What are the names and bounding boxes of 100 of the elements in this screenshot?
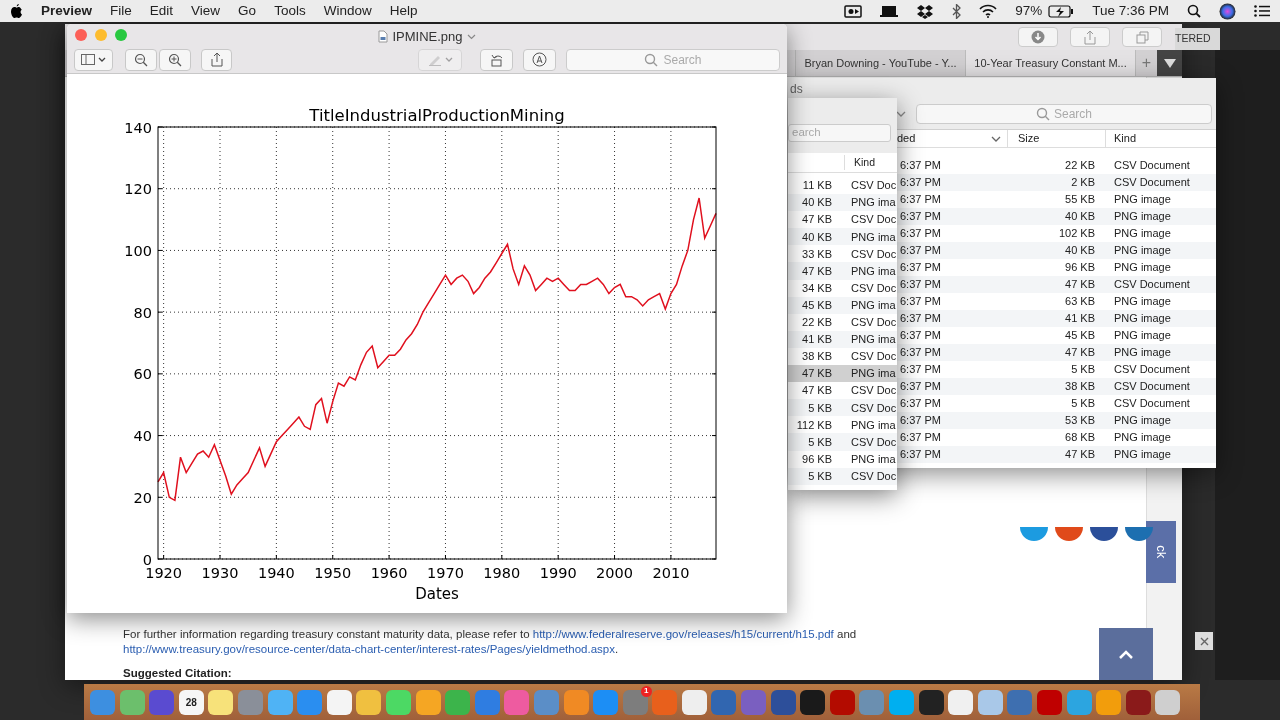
table-cell-text: CSV Document	[1114, 396, 1190, 412]
table-cell-text: 47 KB	[801, 366, 832, 382]
app-menu[interactable]: Preview	[41, 0, 93, 22]
table-cell-text: 40 KB	[801, 195, 832, 211]
table-cell-text: 6:37 PM	[900, 430, 942, 446]
table-cell-text: 5 KB	[807, 434, 832, 450]
link[interactable]: http://www.treasury.gov/resource-center/data-chart-center/interest-rates/Pages/yieldmethod.aspx	[123, 643, 615, 655]
table-cell-text: PNG image	[1114, 209, 1171, 225]
table-cell-text: PNG image	[1114, 430, 1171, 446]
table-cell-text: 6:37 PM	[900, 243, 942, 259]
table-cell-text: PNG image	[1114, 345, 1171, 361]
file-row[interactable]: 11 KB CSV Doc	[788, 177, 897, 195]
file-row[interactable]: 47 KB CSV Doc	[788, 211, 897, 229]
table-cell-text: 5 KB	[807, 400, 832, 416]
table-cell-text: CSV Document	[1114, 379, 1190, 395]
file-row[interactable]: 41 KB PNG ima	[788, 330, 897, 348]
table-cell-text: 38 KB	[801, 349, 832, 365]
file-row[interactable]: 34 KB CSV Doc	[788, 279, 897, 297]
table-cell-text: 6:37 PM	[900, 362, 942, 378]
link[interactable]: http://www.federalreserve.gov/releases/h15/current/h15.pdf	[532, 628, 834, 640]
menu-item[interactable]: Go	[238, 0, 257, 22]
table-cell-text: CSV Doc	[851, 468, 897, 484]
table-cell-text: CSV Doc	[851, 280, 897, 296]
table-cell-text: 5 KB	[1070, 362, 1095, 378]
table-cell-text: 55 KB	[1064, 192, 1095, 208]
table-cell-text: 112 KB	[795, 417, 832, 433]
file-row[interactable]: 112 KB PNG ima	[788, 416, 897, 434]
column-header[interactable]: Kind	[1105, 130, 1215, 147]
table-cell-text: 47 KB	[801, 212, 832, 228]
table-cell-text: PNG ima	[851, 332, 896, 348]
y-tick-label: 40	[133, 428, 152, 445]
table-cell-text: 41 KB	[801, 332, 832, 348]
table-cell-text: 6:37 PM	[900, 175, 942, 191]
table-cell-text: CSV Document	[1114, 158, 1190, 174]
file-row[interactable]: 47 KB CSV Doc	[788, 382, 897, 400]
feedback-tab[interactable]: ck	[1146, 521, 1176, 583]
table-cell-text: 6:37 PM	[900, 379, 942, 395]
table-cell-text: 6:37 PM	[900, 226, 942, 242]
file-row[interactable]: 96 KB PNG ima	[788, 450, 897, 468]
table-cell-text: PNG ima	[851, 417, 896, 433]
table-cell-text: PNG image	[1114, 192, 1171, 208]
menu-item[interactable]: View	[191, 0, 221, 22]
table-cell-text: CSV Doc	[851, 383, 897, 399]
column-header[interactable]: ded	[897, 130, 1007, 147]
browser-tab[interactable]: Bryan Downing - YouTube - Y...	[795, 50, 965, 76]
file-row[interactable]: 33 KB CSV Doc	[788, 245, 897, 263]
table-cell-text: 45 KB	[1064, 328, 1095, 344]
menu-item[interactable]: Help	[389, 0, 418, 22]
x-tick-label: 2010	[652, 565, 690, 581]
menu-item[interactable]: Edit	[149, 0, 174, 22]
table-cell-text: 40 KB	[801, 229, 832, 245]
browser-tab[interactable]: 10-Year Treasury Constant M...	[965, 50, 1135, 76]
table-cell-text: 40 KB	[1064, 209, 1095, 225]
table-cell-text: PNG ima	[851, 451, 896, 467]
table-cell-text: 33 KB	[801, 246, 832, 262]
file-row[interactable]: 5 KB CSV Doc	[788, 467, 897, 485]
menu-item[interactable]: Window	[323, 0, 372, 22]
table-cell-text: 6:37 PM	[900, 277, 942, 293]
file-row[interactable]: 47 KB PNG ima	[788, 365, 897, 383]
file-row[interactable]: 40 KB PNG ima	[788, 194, 897, 212]
table-cell-text: PNG image	[1114, 328, 1171, 344]
table-cell-text: 40 KB	[1064, 243, 1095, 259]
table-cell-text: 6:37 PM	[900, 413, 942, 429]
file-row[interactable]: 5 KB CSV Doc	[788, 433, 897, 451]
table-cell-text: PNG ima	[851, 366, 896, 382]
table-cell-text: CSV Doc	[851, 315, 897, 331]
calendar-date: 28	[185, 695, 197, 710]
table-cell-text: 22 KB	[1064, 158, 1095, 174]
file-row[interactable]: 22 KB CSV Doc	[788, 313, 897, 331]
table-cell-text: 47 KB	[1064, 345, 1095, 361]
dock-app-icon[interactable]: 28	[178, 689, 204, 715]
y-tick-label: 80	[133, 304, 152, 321]
table-cell-text: 5 KB	[1070, 396, 1095, 412]
file-row[interactable]: 47 KB PNG ima	[788, 262, 897, 280]
x-axis-label: Dates	[415, 585, 459, 603]
table-cell-text: PNG image	[1114, 447, 1171, 463]
table-cell-text: PNG image	[1114, 260, 1171, 276]
file-row[interactable]: 45 KB PNG ima	[788, 296, 897, 314]
table-cell-text: 47 KB	[801, 383, 832, 399]
table-cell-text: 63 KB	[1064, 294, 1095, 310]
window-title: ds	[788, 78, 1216, 98]
table-cell-text: PNG image	[1114, 226, 1171, 242]
window-title: TERED	[1175, 31, 1211, 47]
file-row[interactable]: 40 KB PNG ima	[788, 228, 897, 246]
table-cell-text: 6:37 PM	[900, 311, 942, 327]
battery-percent: 97%	[1015, 1, 1043, 20]
table-cell-text: CSV Doc	[851, 349, 897, 365]
menu-item[interactable]: Tools	[274, 0, 306, 22]
file-row[interactable]: 5 KB CSV Doc	[788, 399, 897, 417]
table-cell-text: PNG image	[1114, 311, 1171, 327]
menu-clock[interactable]: Tue 7:36 PM	[1092, 0, 1169, 22]
file-row[interactable]: 38 KB CSV Doc	[788, 347, 897, 366]
menu-item[interactable]: File	[110, 0, 132, 22]
column-header[interactable]: Size	[1007, 130, 1105, 147]
column-header[interactable]: Kind	[844, 154, 897, 171]
table-cell-text: 6:37 PM	[900, 396, 942, 412]
table-cell-text: 6:37 PM	[900, 447, 942, 463]
table-cell-text: 6:37 PM	[900, 260, 942, 276]
table-cell-text: CSV Document	[1114, 362, 1190, 378]
table-cell-text: PNG ima	[851, 263, 896, 279]
